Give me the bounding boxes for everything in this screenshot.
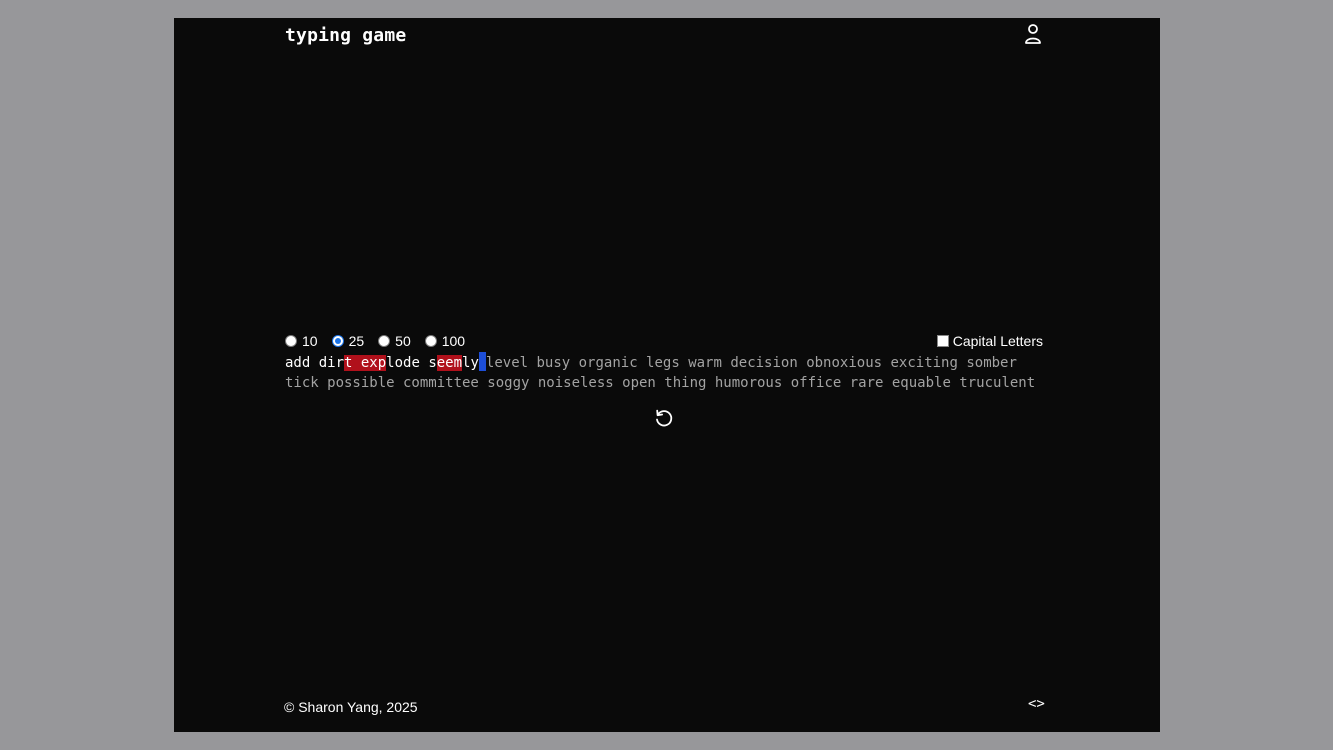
word-count-option-100[interactable]: 100 — [424, 333, 466, 349]
radio-button[interactable] — [285, 335, 297, 347]
app-title: typing game — [285, 25, 407, 46]
word-count-group: 10 25 50 100 — [285, 333, 479, 349]
typed-correct: ly — [462, 355, 479, 371]
app-window: typing game 10 25 50 100 Capital Letters… — [174, 18, 1160, 732]
options-bar: 10 25 50 100 Capital Letters — [285, 333, 1043, 351]
typed-error: t ex — [344, 355, 378, 371]
restart-icon[interactable] — [653, 407, 675, 429]
word-line-2: tick possible committee soggy noiseless … — [285, 375, 1036, 391]
typing-caret — [478, 352, 486, 371]
radio-button-selected[interactable] — [331, 335, 344, 347]
word-count-label: 100 — [441, 333, 466, 349]
radio-button[interactable] — [378, 335, 391, 347]
word-line-1: add dirt explode seemly level busy organi… — [285, 352, 1045, 373]
radio-button[interactable] — [424, 335, 437, 347]
word-count-option-50[interactable]: 50 — [378, 333, 411, 349]
word-count-option-10[interactable]: 10 — [285, 333, 318, 349]
typed-error: p — [377, 355, 387, 371]
capital-letters-checkbox[interactable] — [936, 335, 949, 347]
typed-error: eem — [436, 355, 463, 371]
typing-text-area[interactable]: add dirt explode seemly level busy organi… — [285, 352, 1045, 394]
word-count-label: 25 — [348, 333, 365, 349]
word-count-label: 10 — [302, 333, 318, 349]
capital-letters-toggle[interactable]: Capital Letters — [936, 333, 1043, 349]
capital-letters-label: Capital Letters — [952, 333, 1043, 349]
word-count-label: 50 — [395, 333, 411, 349]
user-icon[interactable] — [1023, 23, 1043, 45]
typed-correct: lode s — [386, 355, 437, 371]
typed-correct: add dir — [285, 355, 345, 371]
copyright-text: © Sharon Yang, 2025 — [284, 699, 418, 715]
word-count-option-25[interactable]: 25 — [331, 333, 365, 349]
code-icon[interactable]: <> — [1028, 696, 1045, 712]
upcoming-words: level busy organic legs warm decision ob… — [485, 355, 1017, 371]
